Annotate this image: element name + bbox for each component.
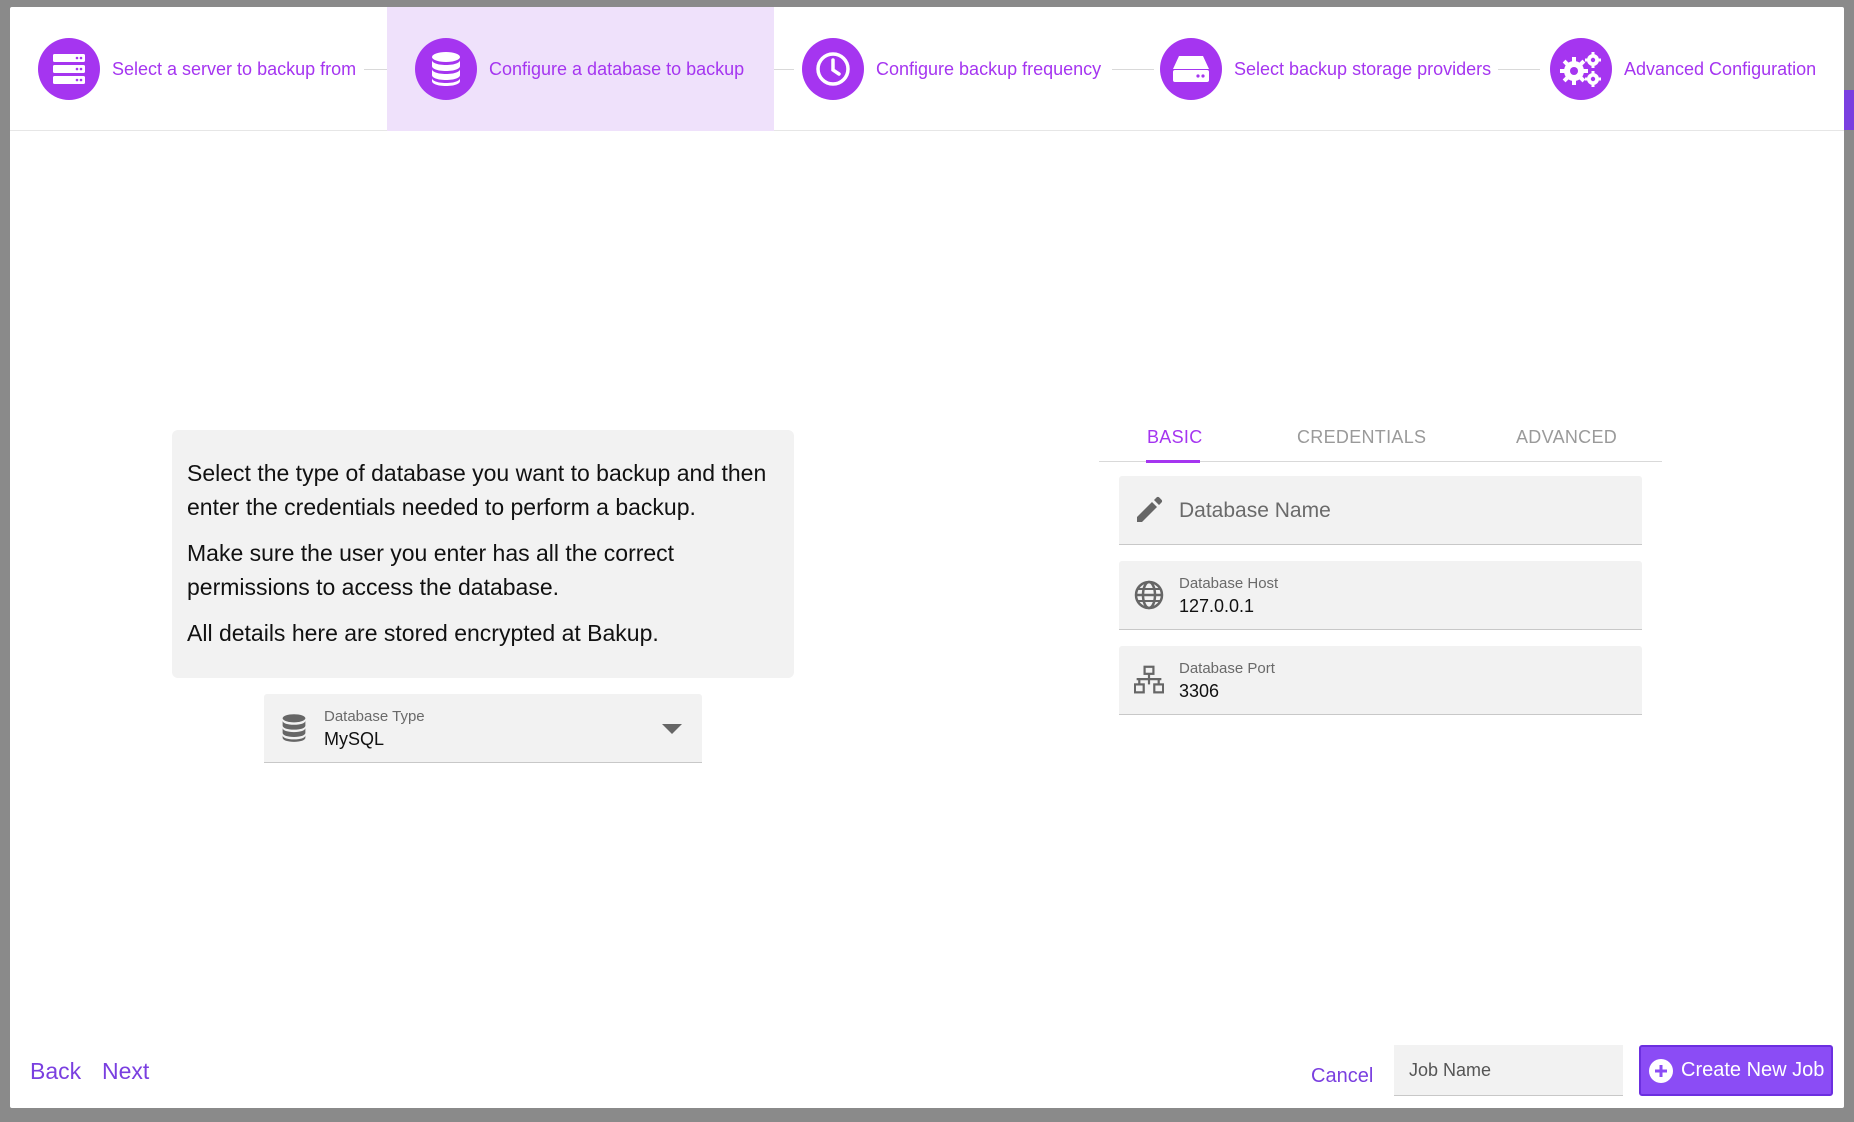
database-icon — [415, 38, 477, 100]
info-box: Select the type of database you want to … — [172, 430, 794, 678]
cancel-button[interactable]: Cancel — [1311, 1065, 1373, 1088]
database-port-field[interactable]: Database Port 3306 — [1119, 646, 1642, 715]
server-icon — [38, 38, 100, 100]
database-host-value: 127.0.0.1 — [1179, 596, 1255, 616]
info-paragraph: All details here are stored encrypted at… — [187, 620, 659, 646]
database-name-placeholder: Database Name — [1179, 499, 1331, 522]
job-name-input[interactable] — [1394, 1045, 1623, 1096]
database-tabs: BASIC CREDENTIALS ADVANCED — [1099, 407, 1662, 463]
database-type-select[interactable]: Database Type MySQL — [264, 694, 702, 763]
create-new-job-button[interactable]: Create New Job — [1639, 1045, 1833, 1096]
gears-icon — [1550, 38, 1612, 100]
back-button[interactable]: Back — [30, 1058, 81, 1085]
step-label: Configure backup frequency — [876, 58, 1102, 79]
tab-credentials[interactable]: CREDENTIALS — [1297, 427, 1426, 448]
info-paragraph: Select the type of database you want to … — [187, 460, 767, 520]
step-select-server[interactable]: Select a server to backup from — [10, 7, 390, 131]
info-paragraph: Make sure the user you enter has all the… — [187, 540, 675, 600]
create-new-job-label: Create New Job — [1681, 1059, 1825, 1081]
database-host-field[interactable]: Database Host 127.0.0.1 — [1119, 561, 1642, 630]
database-icon — [279, 713, 309, 743]
step-label: Advanced Configuration — [1624, 58, 1817, 79]
next-button[interactable]: Next — [102, 1058, 149, 1085]
pencil-icon — [1134, 495, 1164, 525]
plus-circle-icon — [1649, 1058, 1673, 1083]
create-job-modal: Select a server to backup from Configure… — [10, 7, 1844, 1108]
stepper: Select a server to backup from Configure… — [10, 7, 1844, 131]
step-label: Select backup storage providers — [1234, 58, 1492, 79]
tab-advanced[interactable]: ADVANCED — [1516, 427, 1617, 448]
step-label: Select a server to backup from — [112, 58, 357, 79]
database-type-label: Database Type — [324, 708, 425, 725]
step-label: Configure a database to backup — [489, 58, 745, 79]
hard-drive-icon — [1160, 38, 1222, 100]
network-icon — [1134, 665, 1164, 695]
tab-basic[interactable]: BASIC — [1147, 427, 1203, 448]
database-port-label: Database Port — [1179, 660, 1275, 677]
tab-active-indicator — [1146, 460, 1200, 463]
database-host-label: Database Host — [1179, 575, 1279, 592]
clock-icon — [802, 38, 864, 100]
database-port-value: 3306 — [1179, 681, 1220, 701]
step-backup-frequency[interactable]: Configure backup frequency — [774, 7, 1134, 131]
globe-icon — [1134, 580, 1164, 610]
step-storage-providers[interactable]: Select backup storage providers — [1132, 7, 1527, 131]
database-name-field[interactable]: Database Name — [1119, 476, 1642, 545]
database-type-value: MySQL — [324, 729, 385, 749]
chevron-down-icon[interactable] — [662, 724, 682, 734]
step-advanced-configuration[interactable]: Advanced Configuration — [1522, 7, 1844, 131]
step-configure-database[interactable]: Configure a database to backup — [387, 7, 774, 131]
